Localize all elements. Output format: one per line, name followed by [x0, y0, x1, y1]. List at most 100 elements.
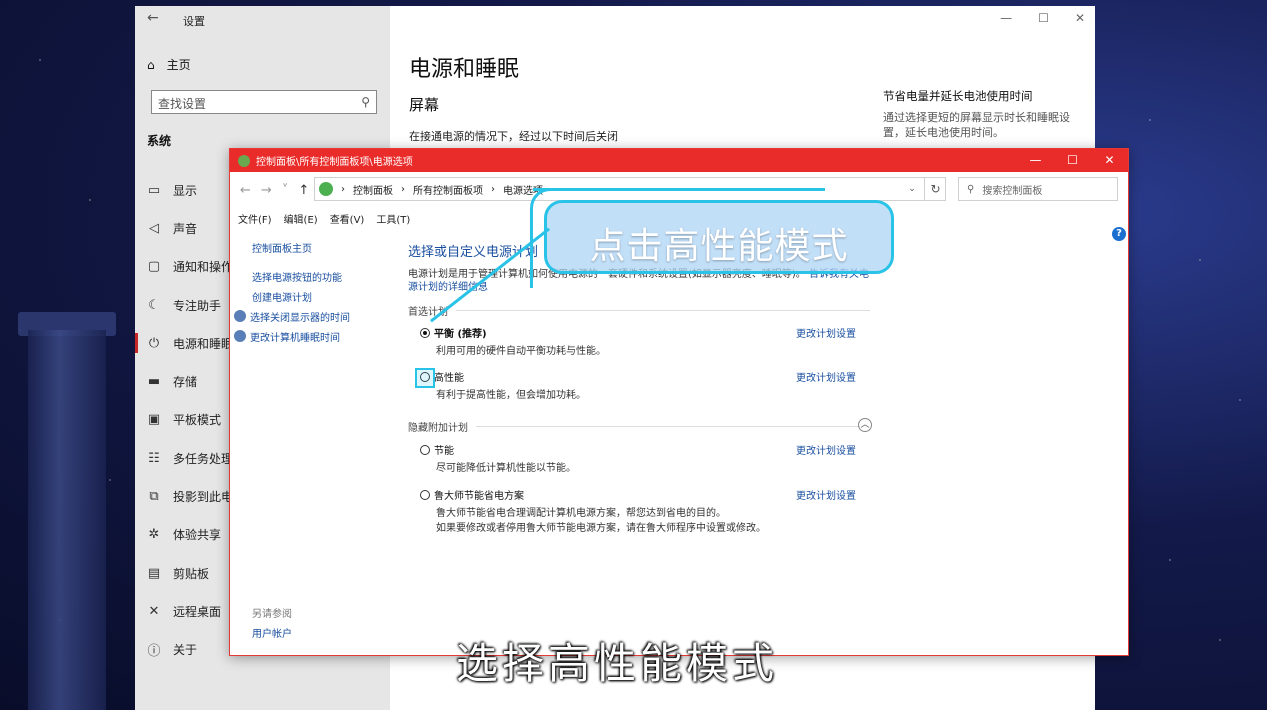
forward-icon[interactable]: →: [261, 183, 272, 198]
minimize-icon[interactable]: —: [1000, 11, 1012, 25]
nav-label: 剪贴板: [173, 566, 210, 581]
menu-edit[interactable]: 编辑(E): [284, 211, 318, 226]
nav-label: 专注助手: [173, 298, 222, 313]
cp-left-nav: 控制面板主页 选择电源按钮的功能 创建电源计划 选择关闭显示器的时间 更改计算机…: [234, 237, 350, 346]
plan-desc: 鲁大师节能省电合理调配计算机电源方案，帮您达到省电的目的。 如果要修改或者停用鲁…: [436, 506, 880, 536]
plan-name: 高性能: [434, 373, 464, 384]
tip-title: 节省电量并延长电池使用时间: [883, 89, 1033, 103]
callout-connector: [533, 188, 825, 191]
plan-desc: 利用可用的硬件自动平衡功耗与性能。: [436, 346, 606, 357]
plan-ludashi: 鲁大师节能省电方案 鲁大师节能省电合理调配计算机电源方案，帮您达到省电的目的。 …: [420, 487, 880, 536]
radio-button[interactable]: [420, 444, 430, 455]
search-icon: ⚲: [967, 183, 975, 195]
info-icon: ⓘ: [147, 644, 161, 660]
link-display-off[interactable]: 选择关闭显示器的时间: [234, 306, 350, 326]
up-icon[interactable]: ↑: [298, 183, 309, 198]
breadcrumb-sep-icon: ›: [491, 183, 495, 195]
breadcrumb-item[interactable]: 所有控制面板项: [413, 182, 483, 197]
plan-desc: 有利于提高性能，但会增加功耗。: [436, 390, 586, 401]
nav-buttons: ← → ˅ ↑: [230, 183, 314, 198]
notification-icon: ▢: [147, 259, 161, 275]
hidden-plans-header: 隐藏附加计划: [408, 419, 860, 434]
plan-high-performance: 高性能 有利于提高性能，但会增加功耗。 更改计划设置: [420, 369, 880, 403]
cp-titlebar: 控制面板\所有控制面板项\电源选项: [230, 149, 1128, 172]
home-link[interactable]: ⌂ 主页: [147, 56, 191, 73]
tablet-icon: ▣: [147, 412, 161, 428]
home-icon: ⌂: [147, 57, 155, 72]
divider: [476, 426, 860, 427]
radio-button[interactable]: [420, 327, 430, 338]
nav-label: 多任务处理: [173, 451, 234, 466]
change-plan-settings-link[interactable]: 更改计划设置: [796, 487, 856, 502]
nav-label: 通知和操作: [173, 260, 234, 275]
hidden-label: 隐藏附加计划: [408, 423, 468, 434]
help-icon[interactable]: ?: [1112, 227, 1126, 241]
nav-label: 体验共享: [173, 528, 222, 543]
nav-label: 远程桌面: [173, 604, 222, 619]
section-title: 系统: [147, 134, 172, 148]
callout-bubble: 点击高性能模式: [544, 200, 894, 274]
settings-window-controls: — ☐ ✕: [1000, 11, 1085, 25]
settings-search-placeholder: 查找设置: [158, 97, 207, 111]
radio-button[interactable]: [420, 489, 430, 500]
minimize-icon[interactable]: —: [1017, 149, 1054, 172]
project-icon: ⧉: [149, 489, 159, 505]
nav-label: 声音: [173, 221, 198, 236]
tip-text: 通过选择更短的屏幕显示时长和睡眠设置，延长电池使用时间。: [883, 111, 1070, 139]
page-title: 电源和睡眠: [409, 57, 520, 82]
close-icon[interactable]: ✕: [1075, 11, 1085, 25]
nav-label: 平板模式: [173, 413, 222, 428]
share-icon: ✲: [148, 527, 160, 543]
moon-icon: [234, 330, 246, 342]
menu-view[interactable]: 查看(V): [330, 211, 365, 226]
back-arrow-icon[interactable]: ←: [147, 10, 159, 26]
address-dropdown-icon[interactable]: ⌄: [902, 177, 922, 201]
see-also-label: 另请参阅: [252, 609, 292, 620]
link-create-plan[interactable]: 创建电源计划: [252, 286, 350, 306]
link-sleep[interactable]: 更改计算机睡眠时间: [234, 326, 350, 346]
user-accounts-link[interactable]: 用户帐户: [252, 625, 292, 640]
home-label: 主页: [166, 58, 191, 72]
maximize-icon[interactable]: ☐: [1038, 11, 1049, 25]
storage-icon: ▬: [147, 374, 161, 390]
plan-power-saver: 节能 尽可能降低计算机性能以节能。 更改计划设置: [420, 442, 880, 476]
divider: [456, 310, 870, 311]
screen-heading: 屏幕: [409, 96, 440, 114]
change-plan-settings-link[interactable]: 更改计划设置: [796, 369, 856, 384]
cp-search-input[interactable]: ⚲ 搜索控制面板: [958, 177, 1118, 201]
plan-desc: 尽可能降低计算机性能以节能。: [436, 463, 576, 474]
remote-icon: ✕: [148, 603, 160, 619]
collapse-toggle-icon[interactable]: ︿: [858, 418, 872, 432]
clipboard-icon: ▤: [147, 565, 161, 581]
settings-search-input[interactable]: 查找设置 ⚲: [151, 90, 377, 114]
link-label: 选择关闭显示器的时间: [250, 312, 350, 324]
cp-title-text: 控制面板\所有控制面板项\电源选项: [256, 157, 413, 168]
preferred-plans-header: 首选计划: [408, 303, 870, 318]
moon-icon: ☾: [148, 297, 160, 313]
refresh-icon[interactable]: ↻: [924, 177, 946, 201]
back-icon[interactable]: ←: [240, 183, 251, 198]
breadcrumb-sep-icon: ›: [341, 183, 345, 195]
chevron-down-icon[interactable]: ˅: [282, 183, 289, 198]
speaker-icon: ◁: [149, 220, 159, 236]
change-plan-settings-link[interactable]: 更改计划设置: [796, 442, 856, 457]
power-icon: ⏻: [148, 335, 160, 351]
maximize-icon[interactable]: ☐: [1054, 149, 1091, 172]
menu-file[interactable]: 文件(F): [238, 211, 272, 226]
nav-label: 存储: [173, 375, 198, 390]
plan-desc-line: 鲁大师节能省电合理调配计算机电源方案，帮您达到省电的目的。: [436, 508, 726, 519]
control-panel-icon: [238, 154, 250, 167]
nav-label: 关于: [173, 643, 198, 658]
cp-window-controls: — ☐ ✕: [1017, 149, 1128, 172]
control-panel-icon: [319, 182, 333, 196]
link-power-buttons[interactable]: 选择电源按钮的功能: [252, 266, 350, 286]
close-icon[interactable]: ✕: [1091, 149, 1128, 172]
search-icon: ⚲: [361, 95, 370, 109]
change-plan-settings-link[interactable]: 更改计划设置: [796, 325, 856, 340]
plan-balanced: 平衡 (推荐) 利用可用的硬件自动平衡功耗与性能。 更改计划设置: [420, 325, 880, 359]
nav-label: 电源和睡眠: [173, 336, 234, 351]
nav-label: 显示: [173, 183, 198, 198]
breadcrumb-item[interactable]: 控制面板: [353, 182, 393, 197]
cp-home-link[interactable]: 控制面板主页: [252, 237, 350, 257]
menu-tools[interactable]: 工具(T): [376, 211, 410, 226]
